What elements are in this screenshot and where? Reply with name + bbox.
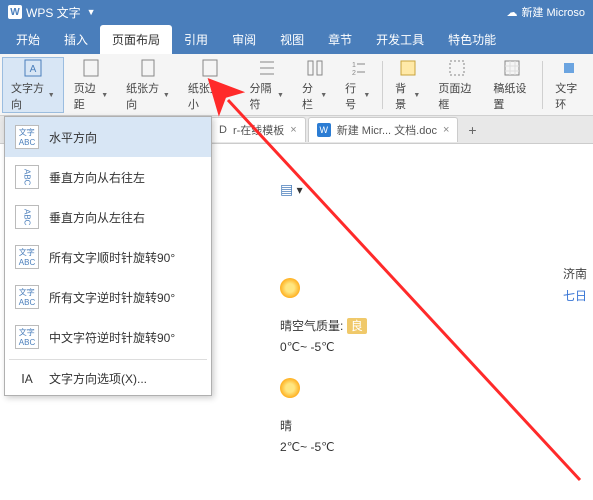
- dir-cw90-icon: 文字ABC: [15, 245, 39, 269]
- dir-vltr-icon: ABC: [15, 205, 39, 229]
- ribbon-linenumbers[interactable]: 12 行号▼: [337, 57, 378, 113]
- dir-vertical-rtl[interactable]: ABC 垂直方向从右往左: [5, 157, 211, 197]
- ribbon-columns[interactable]: 分栏▼: [294, 57, 335, 113]
- chevron-down-icon: ▼: [277, 92, 284, 99]
- ribbon-breaks[interactable]: 分隔符▼: [242, 57, 292, 113]
- svg-text:1: 1: [352, 62, 356, 69]
- app-dropdown-icon[interactable]: ▼: [87, 7, 96, 17]
- tab-prefix: D: [219, 124, 227, 136]
- tab-pagelayout[interactable]: 页面布局: [100, 25, 172, 54]
- air-quality-badge: 良: [347, 318, 367, 334]
- text-direction-icon: A: [22, 58, 44, 78]
- app-icon: W: [8, 5, 22, 19]
- dir-vrtl-icon: ABC: [15, 165, 39, 189]
- doc-cloud-icon: ☁: [506, 6, 517, 19]
- ribbon-separator: [542, 61, 543, 109]
- dir-rotate-ccw90[interactable]: 文字ABC 所有文字逆时针旋转90°: [5, 277, 211, 317]
- air-quality-label: 晴空气质量:: [280, 319, 343, 333]
- tab-section[interactable]: 章节: [316, 25, 364, 54]
- ribbon-textwrap[interactable]: 文字环: [547, 57, 591, 113]
- chevron-down-icon: ▼: [363, 92, 370, 99]
- dir-cjk-icon: 文字ABC: [15, 325, 39, 349]
- ribbon-genkou[interactable]: 稿纸设置: [485, 57, 538, 113]
- tab-insert[interactable]: 插入: [52, 25, 100, 54]
- textwrap-icon: [558, 58, 580, 78]
- svg-text:2: 2: [352, 70, 356, 77]
- ribbon-size[interactable]: 纸张大小▼: [180, 57, 240, 113]
- temp-range-2: 2℃~ -5℃: [280, 440, 583, 454]
- linenumbers-icon: 12: [347, 58, 369, 78]
- weather-condition-2: 晴: [280, 417, 583, 434]
- temp-range-1: 0℃~ -5℃: [280, 340, 583, 354]
- ribbon: A 文字方向▼ 页边距▼ 纸张方向▼ 纸张大小▼ 分隔符▼ 分栏▼ 12 行号▼…: [0, 54, 593, 116]
- dir-horizontal-icon: 文字ABC: [15, 125, 39, 149]
- dir-horizontal[interactable]: 文字ABC 水平方向: [5, 117, 211, 157]
- pageborder-icon: [446, 58, 468, 78]
- ribbon-pageborder[interactable]: 页面边框: [430, 57, 483, 113]
- dir-cjk-ccw90[interactable]: 文字ABC 中文字符逆时针旋转90°: [5, 317, 211, 357]
- chevron-down-icon: ▼: [101, 92, 108, 99]
- size-icon: [199, 58, 221, 78]
- ribbon-background[interactable]: 背景▼: [387, 57, 428, 113]
- close-icon[interactable]: ×: [290, 124, 296, 136]
- chevron-down-icon: ▼: [320, 92, 327, 99]
- menubar: 开始 插入 页面布局 引用 审阅 视图 章节 开发工具 特色功能: [0, 24, 593, 54]
- titlebar: W WPS 文字 ▼ ☁ 新建 Microso: [0, 0, 593, 24]
- text-options-icon: ⅠA: [15, 372, 39, 386]
- text-direction-menu: 文字ABC 水平方向 ABC 垂直方向从右往左 ABC 垂直方向从左往右 文字A…: [4, 116, 212, 396]
- document-area: ▤ ▾ 济南 七日 晴空气质量: 良 0℃~ -5℃ 晴 2℃~ -5℃: [270, 145, 593, 500]
- tab-devtools[interactable]: 开发工具: [364, 25, 436, 54]
- tab-special[interactable]: 特色功能: [436, 25, 508, 54]
- orientation-icon: [137, 58, 159, 78]
- columns-icon: [304, 58, 326, 78]
- svg-text:A: A: [30, 64, 37, 75]
- ribbon-margins[interactable]: 页边距▼: [66, 57, 116, 113]
- chevron-down-icon: ▼: [225, 92, 232, 99]
- page-icon: ▤: [280, 181, 293, 197]
- tab-review[interactable]: 审阅: [220, 25, 268, 54]
- ribbon-text-direction[interactable]: A 文字方向▼: [2, 57, 64, 113]
- close-icon[interactable]: ×: [443, 124, 449, 136]
- chevron-down-icon: ▼: [48, 92, 55, 99]
- genkou-icon: [501, 58, 523, 78]
- menu-separator: [9, 359, 207, 360]
- app-name: WPS 文字: [26, 4, 81, 21]
- sun-icon: [280, 278, 300, 298]
- background-icon: [397, 58, 419, 78]
- tab-start[interactable]: 开始: [4, 25, 52, 54]
- doc-tab-newdoc[interactable]: W 新建 Micr... 文档.doc ×: [308, 117, 459, 142]
- dir-ccw90-icon: 文字ABC: [15, 285, 39, 309]
- sun-icon: [280, 378, 300, 398]
- dir-vertical-ltr[interactable]: ABC 垂直方向从左往右: [5, 197, 211, 237]
- ribbon-orientation[interactable]: 纸张方向▼: [118, 57, 178, 113]
- tab-references[interactable]: 引用: [172, 25, 220, 54]
- tab-label: r-在线模板: [233, 122, 284, 138]
- tab-label: 新建 Micr... 文档.doc: [337, 122, 437, 138]
- breaks-icon: [256, 58, 278, 78]
- titlebar-docname: 新建 Microso: [521, 4, 585, 20]
- word-doc-icon: W: [317, 123, 331, 137]
- ribbon-separator: [382, 61, 383, 109]
- titlebar-right: ☁ 新建 Microso: [506, 4, 585, 20]
- add-tab-button[interactable]: +: [460, 118, 484, 142]
- city-label: 济南: [563, 265, 587, 282]
- chevron-down-icon: ▼: [413, 92, 420, 99]
- dir-rotate-cw90[interactable]: 文字ABC 所有文字顺时针旋转90°: [5, 237, 211, 277]
- dir-options[interactable]: ⅠA 文字方向选项(X)...: [5, 362, 211, 395]
- margins-icon: [80, 58, 102, 78]
- doc-tab-template[interactable]: D r-在线模板 ×: [210, 117, 306, 142]
- chevron-down-icon: ▼: [163, 92, 170, 99]
- tab-view[interactable]: 视图: [268, 25, 316, 54]
- date-label: 七日: [563, 287, 587, 304]
